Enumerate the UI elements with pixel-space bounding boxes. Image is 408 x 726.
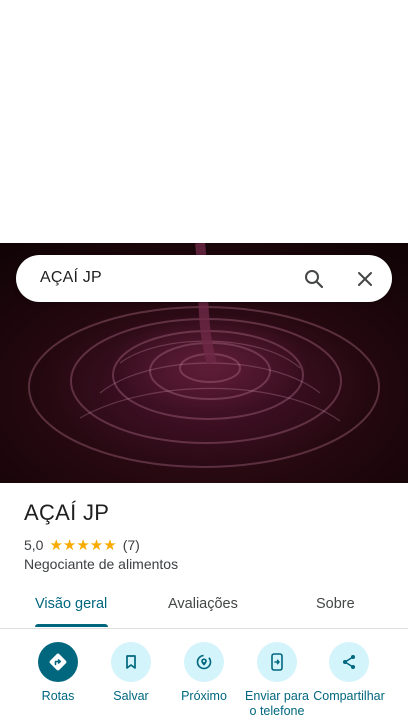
rating-value: 5,0 — [24, 537, 44, 553]
tab-reviews[interactable]: Avaliações — [168, 596, 238, 612]
send-to-phone-label: Enviar para o telefone — [245, 689, 309, 718]
nearby-button[interactable]: Próximo — [167, 640, 241, 704]
search-input[interactable]: AÇAÍ JP — [40, 269, 102, 287]
map-blank-area — [0, 0, 408, 243]
save-label: Salvar — [113, 689, 149, 703]
rating-row[interactable]: 5,0 ★★★★★ (7) — [24, 536, 140, 554]
share-button[interactable]: Compartilhar — [312, 640, 386, 704]
nearby-label: Próximo — [181, 689, 227, 703]
send-to-phone-button[interactable]: Enviar para o telefone — [240, 640, 314, 719]
nearby-icon — [184, 642, 224, 682]
tab-about[interactable]: Sobre — [316, 596, 355, 612]
tab-bar: Visão geral Avaliações Sobre — [0, 588, 408, 629]
place-category: Negociante de alimentos — [24, 556, 179, 572]
search-icon[interactable] — [302, 267, 326, 291]
directions-icon — [38, 642, 78, 682]
directions-button[interactable]: Rotas — [21, 640, 95, 704]
save-button[interactable]: Salvar — [94, 640, 168, 704]
share-label: Compartilhar — [313, 689, 385, 703]
review-count[interactable]: (7) — [123, 537, 140, 553]
bookmark-icon — [111, 642, 151, 682]
action-bar: Rotas Salvar Próximo Enviar para o telef… — [0, 640, 408, 726]
tab-indicator — [35, 624, 108, 627]
share-icon — [329, 642, 369, 682]
place-title: AÇAÍ JP — [24, 500, 110, 525]
search-bar[interactable]: AÇAÍ JP — [16, 255, 392, 302]
star-rating: ★★★★★ — [49, 537, 117, 554]
tab-overview[interactable]: Visão geral — [35, 596, 107, 612]
close-icon[interactable] — [353, 267, 377, 291]
send-to-phone-icon — [257, 642, 297, 682]
directions-label: Rotas — [41, 689, 75, 703]
